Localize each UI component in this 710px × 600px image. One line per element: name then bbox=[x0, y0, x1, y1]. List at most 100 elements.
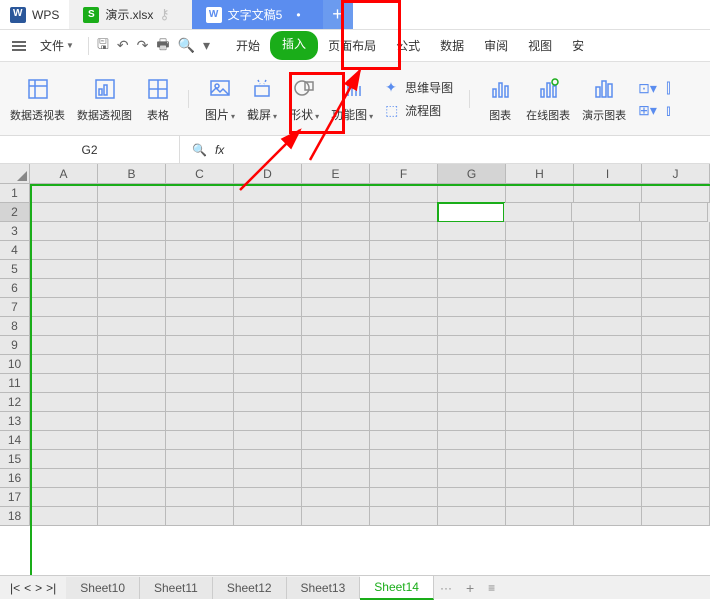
ribbon-present-chart[interactable]: 演示图表 bbox=[582, 75, 626, 123]
row-header[interactable]: 12 bbox=[0, 393, 30, 412]
cell[interactable] bbox=[438, 450, 506, 469]
column-header[interactable]: A bbox=[30, 164, 98, 183]
cell[interactable] bbox=[370, 355, 438, 374]
cell[interactable] bbox=[166, 412, 234, 431]
column-header[interactable]: J bbox=[642, 164, 710, 183]
ribbon-shapes[interactable]: 形状▾ bbox=[289, 74, 319, 123]
cell[interactable] bbox=[98, 355, 166, 374]
cell[interactable] bbox=[574, 469, 642, 488]
cell[interactable] bbox=[642, 260, 710, 279]
column-header[interactable]: E bbox=[302, 164, 370, 183]
cell[interactable] bbox=[438, 222, 506, 241]
cell[interactable] bbox=[234, 450, 302, 469]
cell[interactable] bbox=[234, 317, 302, 336]
cell[interactable] bbox=[98, 298, 166, 317]
cell[interactable] bbox=[30, 317, 98, 336]
ribbon-pivot-table[interactable]: 数据透视表 bbox=[10, 75, 65, 123]
sheet-add-icon[interactable]: + bbox=[458, 580, 482, 596]
cell[interactable] bbox=[98, 222, 166, 241]
ribbon-picture[interactable]: 图片▾ bbox=[205, 74, 235, 123]
cell[interactable] bbox=[98, 431, 166, 450]
row-header[interactable]: 7 bbox=[0, 298, 30, 317]
cell[interactable] bbox=[574, 222, 642, 241]
cell[interactable] bbox=[642, 393, 710, 412]
cell[interactable] bbox=[98, 469, 166, 488]
cell[interactable] bbox=[98, 184, 166, 203]
ribbon-online-chart[interactable]: 在线图表 bbox=[526, 75, 570, 123]
cell[interactable] bbox=[504, 203, 572, 222]
column-header[interactable]: G bbox=[438, 164, 506, 183]
preview-icon[interactable]: 🔍 bbox=[178, 37, 195, 54]
row-header[interactable]: 4 bbox=[0, 241, 30, 260]
sheet-tab-active[interactable]: Sheet14 bbox=[360, 576, 434, 600]
row-header[interactable]: 11 bbox=[0, 374, 30, 393]
row-header[interactable]: 5 bbox=[0, 260, 30, 279]
sparkline4-icon[interactable]: ⫾ bbox=[666, 102, 682, 118]
cell[interactable] bbox=[370, 450, 438, 469]
column-header[interactable]: H bbox=[506, 164, 574, 183]
cell[interactable] bbox=[506, 260, 574, 279]
cell[interactable] bbox=[30, 222, 98, 241]
cell[interactable] bbox=[98, 393, 166, 412]
cell[interactable] bbox=[98, 336, 166, 355]
sheet-more-icon[interactable]: ··· bbox=[434, 581, 458, 595]
cell[interactable] bbox=[30, 488, 98, 507]
cell[interactable] bbox=[370, 507, 438, 526]
cell[interactable] bbox=[438, 184, 506, 203]
menu-item-formula[interactable]: 公式 bbox=[386, 31, 430, 60]
cell[interactable] bbox=[302, 374, 370, 393]
cell[interactable] bbox=[438, 412, 506, 431]
row-header[interactable]: 14 bbox=[0, 431, 30, 450]
cell[interactable] bbox=[506, 469, 574, 488]
cell[interactable] bbox=[574, 336, 642, 355]
cell[interactable] bbox=[234, 393, 302, 412]
cell[interactable] bbox=[574, 507, 642, 526]
cell[interactable] bbox=[302, 488, 370, 507]
cell[interactable] bbox=[370, 374, 438, 393]
cell[interactable] bbox=[506, 412, 574, 431]
cell[interactable] bbox=[370, 241, 438, 260]
cell[interactable] bbox=[370, 431, 438, 450]
undo-icon[interactable]: ↶ bbox=[117, 37, 129, 54]
cell[interactable] bbox=[302, 241, 370, 260]
cell[interactable] bbox=[574, 450, 642, 469]
cell[interactable] bbox=[642, 355, 710, 374]
row-header[interactable]: 10 bbox=[0, 355, 30, 374]
cell[interactable] bbox=[574, 298, 642, 317]
sheet-prev-icon[interactable]: < bbox=[24, 581, 31, 595]
cell[interactable] bbox=[30, 469, 98, 488]
cell[interactable] bbox=[506, 317, 574, 336]
row-header[interactable]: 15 bbox=[0, 450, 30, 469]
cell[interactable] bbox=[370, 488, 438, 507]
column-header[interactable]: I bbox=[574, 164, 642, 183]
sheet-first-icon[interactable]: |< bbox=[10, 581, 20, 595]
cell[interactable] bbox=[438, 336, 506, 355]
cell[interactable] bbox=[166, 374, 234, 393]
cell[interactable] bbox=[642, 374, 710, 393]
ribbon-chart[interactable]: 图表 bbox=[486, 75, 514, 123]
search-icon[interactable]: 🔍 bbox=[192, 143, 207, 157]
cell[interactable] bbox=[234, 336, 302, 355]
cell[interactable] bbox=[438, 260, 506, 279]
ribbon-mindmap[interactable]: ✦ 思维导图 bbox=[385, 79, 453, 96]
cell[interactable] bbox=[166, 203, 234, 222]
row-header[interactable]: 13 bbox=[0, 412, 30, 431]
cell[interactable] bbox=[30, 203, 98, 222]
cell[interactable] bbox=[234, 222, 302, 241]
cell[interactable] bbox=[98, 317, 166, 336]
cell[interactable] bbox=[30, 355, 98, 374]
cell[interactable] bbox=[438, 355, 506, 374]
cell[interactable] bbox=[30, 412, 98, 431]
cell[interactable] bbox=[506, 355, 574, 374]
cell[interactable] bbox=[30, 431, 98, 450]
cell[interactable] bbox=[438, 469, 506, 488]
menu-item-security[interactable]: 安 bbox=[562, 31, 594, 60]
cell[interactable] bbox=[438, 241, 506, 260]
cell[interactable] bbox=[438, 279, 506, 298]
cell[interactable] bbox=[438, 374, 506, 393]
cell[interactable] bbox=[302, 279, 370, 298]
cell[interactable] bbox=[166, 279, 234, 298]
menu-item-review[interactable]: 审阅 bbox=[474, 31, 518, 60]
cell[interactable] bbox=[574, 184, 642, 203]
cell[interactable] bbox=[302, 412, 370, 431]
